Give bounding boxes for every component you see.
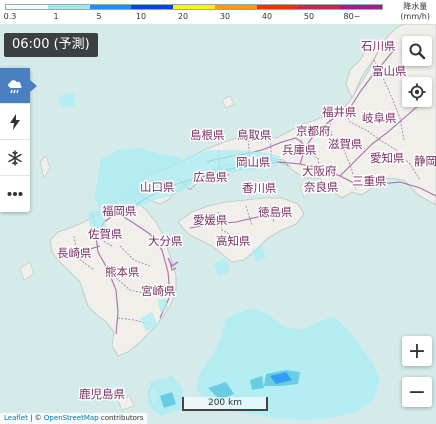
precipitation-legend: 0.3 1 5 10 20 30 40 50 80~ 降水量 (mm/h): [0, 0, 436, 24]
legend-swatch: [89, 5, 132, 9]
layer-button-lightning[interactable]: [0, 104, 30, 140]
legend-color-bar: [5, 4, 383, 10]
legend-swatch: [298, 5, 341, 9]
layer-button-snow[interactable]: [0, 140, 30, 176]
pref-label-aichi: 愛知県: [370, 151, 405, 165]
legend-swatch: [131, 5, 174, 9]
pref-label-shimane: 島根県: [190, 128, 225, 142]
pref-label-nagasaki: 長崎県: [57, 246, 92, 260]
pref-label-shiga: 滋賀県: [328, 137, 363, 151]
pref-label-kumamoto: 熊本県: [105, 265, 140, 279]
pref-label-miyazaki: 宮崎県: [141, 284, 176, 298]
attribution-separator: | ©: [27, 414, 44, 422]
legend-ticks: 0.3 1 5 10 20 30 40 50 80~: [0, 12, 390, 23]
osm-link[interactable]: OpenStreetMap: [44, 414, 99, 422]
pref-label-nara: 奈良県: [304, 180, 339, 194]
pref-label-ishikawa: 石川県: [361, 39, 396, 53]
cloud-rain-icon: [8, 79, 22, 93]
pref-label-oita: 大分県: [148, 234, 183, 248]
pref-label-yamaguchi: 山口県: [140, 180, 175, 194]
locate-button[interactable]: [402, 77, 432, 107]
pref-label-ehime: 愛媛県: [193, 213, 228, 227]
legend-tick: 40: [261, 12, 273, 21]
snowflake-icon: [8, 149, 22, 166]
legend-unit-title: 降水量: [403, 2, 428, 11]
crosshair-icon: [408, 83, 426, 101]
pref-label-gifu: 岐阜県: [362, 111, 397, 125]
pref-label-saga: 佐賀県: [88, 227, 123, 241]
legend-tick: 80~: [343, 12, 361, 21]
legend-unit-measure: (mm/h): [400, 12, 430, 21]
pref-label-kagawa: 香川県: [242, 181, 277, 195]
legend-unit: 降水量 (mm/h): [400, 2, 430, 22]
lightning-icon: [10, 113, 20, 130]
legend-tick: 0.3: [3, 12, 17, 21]
layer-button-more[interactable]: [0, 176, 30, 212]
map-svg: 石川県 富山県 福井県 岐阜県 島根県 鳥取県 京都府 滋賀県 岡山県 兵庫県 …: [0, 24, 436, 424]
map-canvas[interactable]: 石川県 富山県 福井県 岐阜県 島根県 鳥取県 京都府 滋賀県 岡山県 兵庫県 …: [0, 24, 436, 424]
search-icon: [409, 43, 426, 60]
legend-tick: 30: [219, 12, 231, 21]
legend-swatch: [340, 5, 383, 9]
pref-label-tottori: 鳥取県: [237, 128, 272, 142]
pref-label-tokushima: 徳島県: [258, 205, 293, 219]
legend-tick: 5: [96, 12, 102, 21]
legend-swatch: [47, 5, 90, 9]
more-icon: [7, 192, 23, 196]
leaflet-link[interactable]: Leaflet: [4, 414, 28, 422]
layer-selector: [0, 68, 37, 212]
attribution-contributors: contributors: [98, 414, 144, 422]
legend-swatch: [173, 5, 215, 9]
rain-radar-app: 0.3 1 5 10 20 30 40 50 80~ 降水量 (mm/h) 石川…: [0, 0, 436, 424]
legend-swatch: [6, 5, 48, 9]
legend-swatch: [256, 5, 299, 9]
search-button[interactable]: [402, 36, 432, 66]
pref-label-kyoto: 京都府: [296, 124, 331, 138]
map-attribution: Leaflet | © OpenStreetMap contributors: [0, 413, 148, 424]
pref-label-kochi: 高知県: [216, 234, 251, 248]
legend-swatch: [214, 5, 257, 9]
legend-tick: 1: [53, 12, 59, 21]
layer-button-rain[interactable]: [0, 68, 37, 104]
pref-label-kagoshima: 鹿児島県: [79, 387, 125, 401]
legend-tick: 50: [303, 12, 315, 21]
pref-label-mie: 三重県: [352, 174, 387, 188]
pref-label-toyama: 富山県: [372, 64, 407, 78]
zoom-out-button[interactable]: −: [402, 377, 432, 407]
pref-label-hiroshima: 広島県: [193, 170, 228, 184]
scale-bar: 200 km: [182, 397, 268, 411]
pref-label-hyogo: 兵庫県: [282, 143, 317, 157]
legend-tick: 20: [177, 12, 189, 21]
legend-tick: 10: [135, 12, 147, 21]
zoom-in-button[interactable]: +: [402, 336, 432, 366]
pref-label-osaka: 大阪府: [302, 164, 337, 178]
pref-label-shizuoka: 静岡: [414, 154, 436, 168]
pref-label-fukuoka: 福岡県: [102, 204, 137, 218]
pref-label-okayama: 岡山県: [236, 155, 271, 169]
pref-label-fukui: 福井県: [322, 105, 357, 119]
forecast-time-badge: 06:00 (予測): [4, 33, 98, 57]
